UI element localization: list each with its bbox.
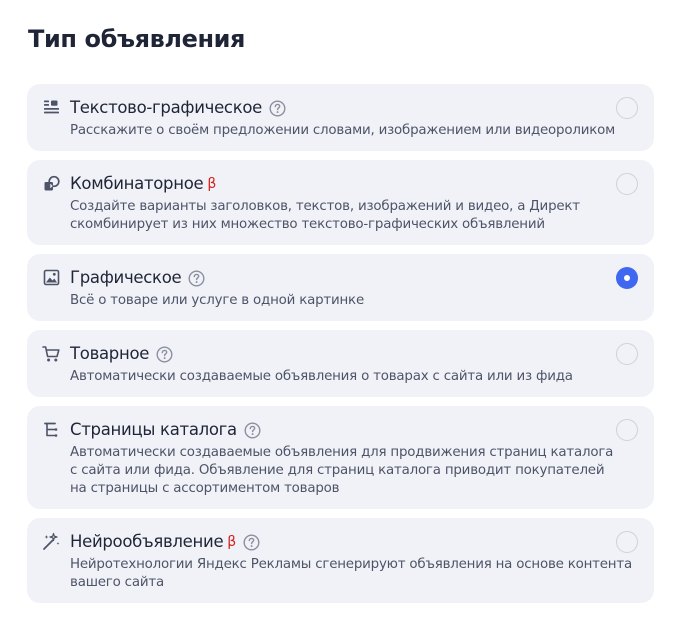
radio-button[interactable] — [616, 97, 638, 119]
option-combinatorial[interactable]: Комбинаторное β Создайте варианты заголо… — [27, 160, 654, 245]
option-title: Нейрообъявление — [70, 532, 224, 551]
ad-type-list: Текстово-графическое Расскажите о своём … — [27, 84, 654, 603]
option-title: Графическое — [70, 268, 182, 287]
option-description: Создайте варианты заголовков, текстов, и… — [70, 199, 580, 232]
option-description: Нейротехнологии Яндекс Рекламы сгенериру… — [70, 557, 632, 590]
option-neuro-ad[interactable]: Нейрообъявление β Нейротехнологии Яндекс… — [27, 518, 654, 603]
option-product[interactable]: Товарное Автоматически создаваемые объяв… — [27, 330, 654, 397]
radio-button[interactable] — [616, 173, 638, 195]
option-title: Страницы каталога — [70, 420, 237, 439]
help-icon[interactable] — [243, 533, 260, 551]
option-title: Товарное — [70, 344, 150, 363]
catalog-tree-icon — [42, 420, 61, 439]
help-icon[interactable] — [156, 345, 173, 363]
text-graphic-icon — [42, 98, 61, 117]
option-description: Расскажите о своём предложении словами, … — [70, 123, 615, 138]
option-description: Автоматически создаваемые объявления для… — [70, 445, 614, 496]
help-icon[interactable] — [269, 99, 286, 117]
option-text-graphic[interactable]: Текстово-графическое Расскажите о своём … — [27, 84, 654, 151]
option-description: Всё о товаре или услуге в одной картинке — [70, 293, 364, 308]
help-icon[interactable] — [244, 421, 261, 439]
option-title: Комбинаторное — [70, 174, 204, 193]
magic-wand-icon — [42, 532, 61, 551]
radio-button[interactable] — [616, 419, 638, 441]
beta-badge: β — [207, 176, 217, 192]
option-graphic[interactable]: Графическое Всё о товаре или услуге в од… — [27, 254, 654, 321]
option-title: Текстово-графическое — [70, 98, 263, 117]
radio-button[interactable] — [616, 531, 638, 553]
combinatorial-icon — [42, 174, 61, 193]
option-description: Автоматически создаваемые объявления о т… — [70, 369, 573, 384]
image-icon — [42, 268, 61, 287]
page-title: Тип объявления — [28, 25, 246, 53]
cart-icon — [42, 344, 61, 363]
radio-button[interactable] — [616, 343, 638, 365]
help-icon[interactable] — [188, 269, 205, 287]
option-catalog-pages[interactable]: Страницы каталога Автоматически создавае… — [27, 406, 654, 509]
radio-button-selected[interactable] — [616, 267, 638, 289]
beta-badge: β — [227, 534, 237, 550]
